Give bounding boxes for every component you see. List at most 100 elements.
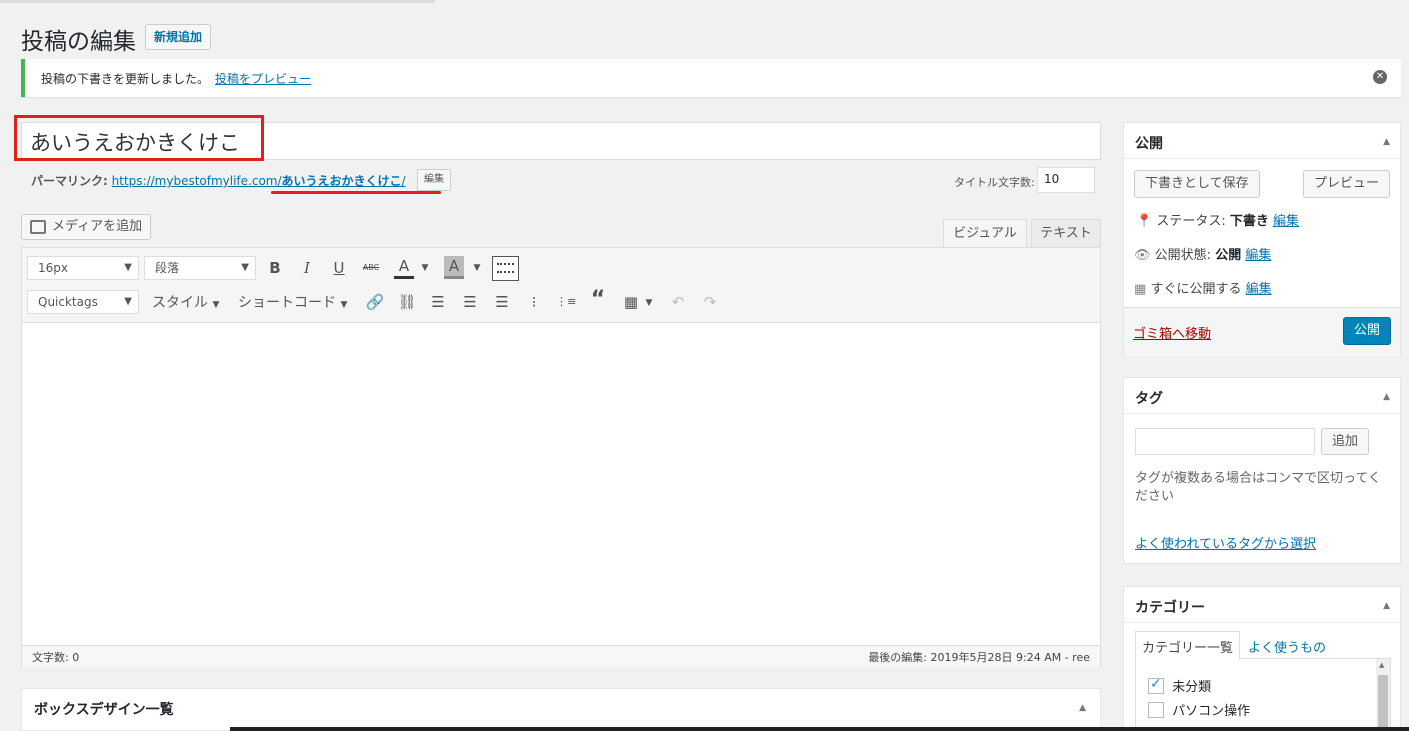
media-icon xyxy=(30,220,46,234)
category-scrollbar[interactable]: ▲ xyxy=(1376,659,1390,731)
trash-link[interactable]: ゴミ箱へ移動 xyxy=(1133,323,1211,342)
tab-text[interactable]: テキスト xyxy=(1031,219,1101,247)
tag-input[interactable] xyxy=(1135,428,1315,455)
permalink-slug: あいうえおかきくけこ xyxy=(281,174,402,188)
background-color-icon[interactable]: A xyxy=(444,256,464,279)
slug-underline-mark xyxy=(271,191,441,194)
table-icon[interactable]: ▦ xyxy=(620,292,642,312)
bold-icon[interactable]: B xyxy=(266,258,284,278)
pin-icon: 📍 xyxy=(1136,214,1153,229)
text-color-icon[interactable]: A xyxy=(394,256,414,279)
schedule-row: ▦ すぐに公開する 編集 xyxy=(1134,278,1272,297)
popular-tags-link[interactable]: よく使われているタグから選択 xyxy=(1135,533,1316,552)
notice-message: 投稿の下書きを更新しました。 xyxy=(41,72,210,86)
box-design-title: ボックスデザイン一覧 xyxy=(34,702,174,718)
align-left-icon[interactable]: ☰ xyxy=(428,292,448,312)
preview-post-link[interactable]: 投稿をプレビュー xyxy=(215,72,311,86)
checkbox[interactable] xyxy=(1148,701,1164,718)
italic-icon[interactable]: I xyxy=(298,258,316,278)
visibility-edit-link[interactable]: 編集 xyxy=(1245,248,1271,263)
status-edit-link[interactable]: 編集 xyxy=(1273,214,1299,229)
scroll-thumb[interactable] xyxy=(1378,675,1388,731)
last-edited: 最後の編集: 2019年5月28日 9:24 AM - ree xyxy=(868,651,1090,664)
tags-panel: タグ ▲ 追加 タグが複数ある場合はコンマで区切ってください よく使われているタ… xyxy=(1123,377,1401,564)
bullet-list-icon[interactable]: ⁝ xyxy=(524,292,544,312)
quicktags-value: Quicktags xyxy=(38,295,98,309)
category-label: パソコン操作 xyxy=(1172,704,1251,719)
editor-statusbar: 文字数: 0 最後の編集: 2019年5月28日 9:24 AM - ree xyxy=(22,645,1100,667)
redo-icon[interactable]: ↷ xyxy=(700,292,720,312)
font-size-select[interactable]: 16px ▼ xyxy=(27,256,139,280)
align-right-icon[interactable]: ☰ xyxy=(492,292,512,312)
underline-icon[interactable]: U xyxy=(330,258,348,278)
align-center-icon[interactable]: ☰ xyxy=(460,292,480,312)
undo-icon[interactable]: ↶ xyxy=(668,292,688,312)
quicktags-select[interactable]: Quicktags ▼ xyxy=(27,290,139,314)
panel-toggle-icon[interactable]: ▲ xyxy=(1383,137,1390,147)
chevron-down-icon: ▼ xyxy=(212,300,220,310)
status-label: ステータス: xyxy=(1156,214,1226,229)
checkbox[interactable]: ✓ xyxy=(1148,676,1164,694)
category-item[interactable]: パソコン操作 xyxy=(1148,700,1250,719)
shortcode-label: ショートコード xyxy=(238,295,336,311)
notice-text: 投稿の下書きを更新しました。 投稿をプレビュー xyxy=(41,70,311,87)
toolbar-toggle-icon[interactable] xyxy=(492,256,519,281)
strikethrough-icon[interactable]: ABC xyxy=(360,258,382,278)
chevron-down-icon: ▼ xyxy=(124,296,132,307)
tab-all-categories[interactable]: カテゴリー一覧 xyxy=(1135,631,1241,662)
panel-toggle-icon[interactable]: ▲ xyxy=(1383,601,1390,611)
chevron-down-icon[interactable]: ▼ xyxy=(472,258,482,278)
word-count: 文字数: 0 xyxy=(32,651,80,664)
publish-button[interactable]: 公開 xyxy=(1342,317,1391,345)
editor-toolbar: 16px ▼ 段落 ▼ B I U ABC A ▼ A ▼ Quicktags ▼ ス… xyxy=(22,248,1100,323)
format-value: 段落 xyxy=(155,261,180,275)
permalink-edit-button[interactable]: 編集 xyxy=(417,169,451,191)
add-media-button[interactable]: メディアを追加 xyxy=(21,214,152,240)
title-count-field[interactable]: 10 xyxy=(1037,167,1095,193)
style-menu[interactable]: スタイル ▼ xyxy=(152,292,219,312)
category-item[interactable]: ✓ 未分類 xyxy=(1148,676,1211,695)
title-count-label: タイトル文字数: xyxy=(954,176,1035,189)
tab-visual[interactable]: ビジュアル xyxy=(943,219,1027,247)
permalink-row: パーマリンク: https://mybestofmylife.com/あいうえお… xyxy=(31,172,406,189)
update-notice: 投稿の下書きを更新しました。 投稿をプレビュー ✕ xyxy=(21,59,1401,97)
add-tag-button[interactable]: 追加 xyxy=(1321,428,1370,455)
box-design-panel: ボックスデザイン一覧 ▲ xyxy=(21,688,1101,731)
save-draft-button[interactable]: 下書きとして保存 xyxy=(1134,170,1260,198)
chevron-up-icon[interactable]: ▲ xyxy=(1379,661,1384,669)
chevron-down-icon[interactable]: ▼ xyxy=(420,258,430,278)
tags-panel-header: タグ ▲ xyxy=(1124,378,1400,414)
blockquote-icon[interactable]: “ xyxy=(588,289,608,311)
visibility-value: 公開 xyxy=(1215,248,1242,263)
dismiss-icon[interactable]: ✕ xyxy=(1373,70,1387,84)
unlink-icon[interactable]: ⛓ xyxy=(396,292,418,312)
schedule-edit-link[interactable]: 編集 xyxy=(1246,282,1272,297)
publish-actions: ゴミ箱へ移動 公開 xyxy=(1124,307,1400,356)
page-title: 投稿の編集 xyxy=(21,29,136,55)
permalink-url[interactable]: https://mybestofmylife.com/あいうえおかきくけこ/ xyxy=(112,174,406,188)
permalink-base: https://mybestofmylife.com/ xyxy=(111,174,282,188)
editor-content-area[interactable] xyxy=(22,324,1100,624)
add-media-label: メディアを追加 xyxy=(52,219,143,234)
numbered-list-icon[interactable]: ⋮≡ xyxy=(556,292,576,312)
top-divider xyxy=(0,0,435,3)
eye-icon: 👁 xyxy=(1134,248,1151,263)
categories-panel-title: カテゴリー xyxy=(1135,600,1205,616)
chevron-down-icon: ▼ xyxy=(241,262,249,273)
publish-panel-title: 公開 xyxy=(1135,136,1163,152)
chevron-down-icon[interactable]: ▼ xyxy=(644,293,654,313)
add-new-button[interactable]: 新規追加 xyxy=(145,24,212,50)
tab-popular-categories[interactable]: よく使うもの xyxy=(1248,637,1326,656)
visibility-label: 公開状態: xyxy=(1154,248,1212,263)
format-select[interactable]: 段落 ▼ xyxy=(144,256,256,280)
tag-hint: タグが複数ある場合はコンマで区切ってください xyxy=(1135,471,1381,504)
preview-button[interactable]: プレビュー xyxy=(1302,170,1390,198)
shortcode-menu[interactable]: ショートコード ▼ xyxy=(238,292,347,312)
style-label: スタイル xyxy=(152,295,208,311)
bottom-edge-bar xyxy=(230,727,1409,731)
link-icon[interactable]: 🔗 xyxy=(364,292,386,312)
chevron-down-icon: ▼ xyxy=(340,300,348,310)
category-label: 未分類 xyxy=(1172,680,1212,695)
panel-toggle-icon[interactable]: ▲ xyxy=(1079,703,1086,713)
panel-toggle-icon[interactable]: ▲ xyxy=(1383,392,1390,402)
